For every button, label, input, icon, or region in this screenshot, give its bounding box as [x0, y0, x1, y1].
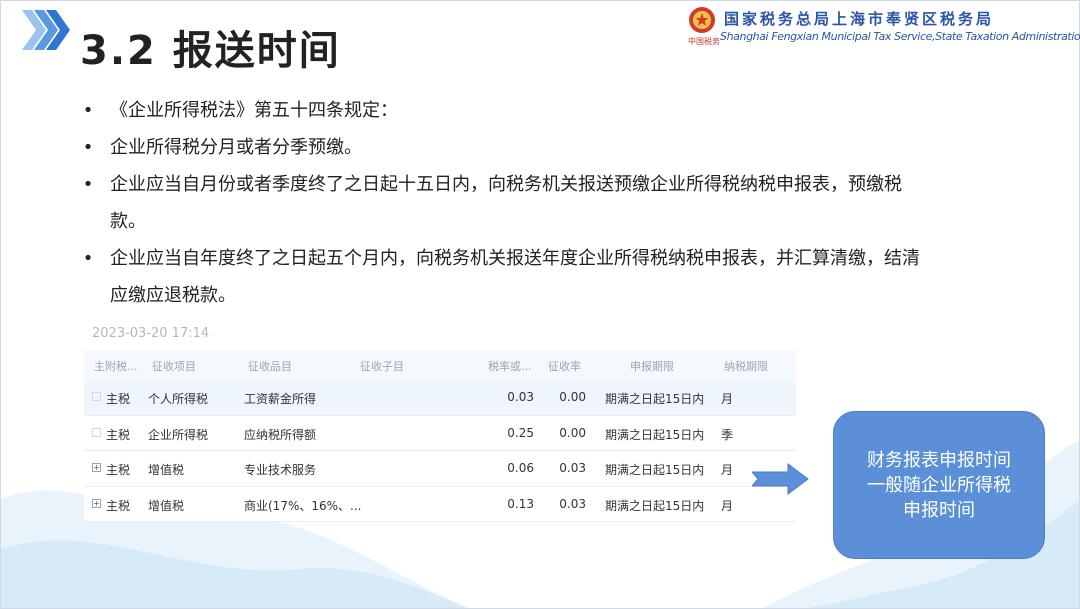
- cell-subitem: 商业(17%、16%、...: [244, 498, 362, 513]
- cell-rate: 0.06: [507, 461, 534, 475]
- cell-subitem: 专业技术服务: [244, 463, 317, 477]
- cell-type: 主税: [106, 498, 131, 513]
- column-header[interactable]: 纳税期限: [724, 358, 768, 374]
- table-row[interactable]: + 主税 增值税 商业(17%、16%、... 0.13 0.03 期满之日起1…: [84, 486, 796, 522]
- callout-line: 申报时间: [903, 499, 975, 521]
- cell-type: 主税: [106, 463, 131, 477]
- cell-item: 企业所得税: [148, 427, 209, 442]
- bullet-item: • 《企业所得税法》第五十四条规定：: [82, 92, 922, 129]
- row-expander-icon[interactable]: [92, 392, 101, 401]
- column-header[interactable]: 征收子目: [360, 358, 404, 374]
- cell-subitem: 工资薪金所得: [244, 392, 317, 406]
- row-expander-icon[interactable]: [92, 427, 101, 437]
- cell-period: 月: [721, 498, 734, 513]
- tax-items-table: 主附税... 征收项目 征收品目 征收子目 税率或... 征收率 申报期限 纳税…: [84, 350, 796, 522]
- cell-item: 增值税: [148, 463, 185, 477]
- column-header[interactable]: 申报期限: [630, 358, 674, 374]
- bullet-marker: •: [82, 137, 94, 158]
- table-row[interactable]: 主税 个人所得税 工资薪金所得 0.03 0.00 期满之日起15日内 月: [84, 380, 796, 416]
- national-emblem-icon: [689, 7, 715, 33]
- callout-line: 财务报表申报时间: [867, 449, 1011, 471]
- cell-type: 主税: [106, 427, 131, 442]
- bullet-text: 企业所得税分月或者分季预缴。: [110, 137, 362, 158]
- bullet-marker: •: [82, 248, 94, 269]
- bullet-marker: •: [82, 100, 94, 121]
- bullet-item: • 企业应当自年度终了之日起五个月内，向税务机关报送年度企业所得税纳税申报表，并汇…: [82, 240, 922, 314]
- cell-subitem: 应纳税所得额: [244, 427, 317, 442]
- column-header[interactable]: 征收项目: [152, 358, 196, 374]
- org-name-cn: 国家税务总局上海市奉贤区税务局: [724, 10, 995, 28]
- cell-levy: 0.03: [559, 496, 586, 511]
- table-row[interactable]: 主税 企业所得税 应纳税所得额 0.25 0.00 期满之日起15日内 季: [84, 415, 796, 451]
- column-header[interactable]: 征收品目: [248, 358, 292, 374]
- column-header[interactable]: 主附税...: [94, 358, 138, 374]
- cell-period: 月: [721, 392, 734, 406]
- cell-deadline: 期满之日起15日内: [605, 463, 705, 477]
- cell-levy: 0.03: [559, 461, 586, 475]
- bullet-marker: •: [82, 174, 94, 195]
- column-header[interactable]: 税率或...: [488, 358, 532, 374]
- column-header[interactable]: 征收率: [548, 358, 581, 374]
- callout-box: 财务报表申报时间 一般随企业所得税 申报时间: [833, 411, 1045, 559]
- callout-line: 一般随企业所得税: [867, 474, 1011, 496]
- bullet-text: 企业应当自月份或者季度终了之日起十五日内，向税务机关报送预缴企业所得税纳税申报表…: [110, 174, 902, 232]
- organization-logo: 中国税务 国家税务总局上海市奉贤区税务局 Shanghai Fengxian M…: [688, 6, 1080, 50]
- bullet-text: 《企业所得税法》第五十四条规定：: [110, 100, 398, 121]
- table-row[interactable]: + 主税 增值税 专业技术服务 0.06 0.03 期满之日起15日内 月: [84, 451, 796, 487]
- cell-deadline: 期满之日起15日内: [605, 392, 705, 406]
- org-name-en: Shanghai Fengxian Municipal Tax Service,…: [720, 30, 1080, 43]
- org-signature: 中国税务: [688, 37, 720, 46]
- cell-item: 增值税: [148, 498, 185, 513]
- bullet-item: • 企业所得税分月或者分季预缴。: [82, 129, 922, 166]
- cell-levy: 0.00: [559, 425, 586, 440]
- screenshot-timestamp: 2023-03-20 17:14: [92, 326, 210, 341]
- row-expand-plus-icon[interactable]: +: [92, 463, 101, 472]
- chevron-triple-icon: [22, 10, 70, 50]
- page-title: 3.2 报送时间: [80, 28, 341, 74]
- row-expand-plus-icon[interactable]: +: [92, 498, 101, 508]
- bullet-item: • 企业应当自月份或者季度终了之日起十五日内，向税务机关报送预缴企业所得税纳税申报…: [82, 166, 922, 240]
- cell-rate: 0.13: [507, 496, 534, 511]
- right-arrow-icon: [752, 463, 809, 495]
- cell-rate: 0.03: [507, 390, 534, 404]
- bullet-list: • 《企业所得税法》第五十四条规定： • 企业所得税分月或者分季预缴。 • 企业应当自…: [82, 92, 922, 314]
- cell-type: 主税: [106, 392, 131, 406]
- cell-rate: 0.25: [507, 425, 534, 440]
- callout-text: 财务报表申报时间 一般随企业所得税 申报时间: [849, 448, 1029, 523]
- cell-levy: 0.00: [559, 390, 586, 404]
- cell-period: 月: [721, 463, 734, 477]
- cell-period: 季: [721, 427, 734, 442]
- cell-deadline: 期满之日起15日内: [605, 427, 705, 442]
- bullet-text: 企业应当自年度终了之日起五个月内，向税务机关报送年度企业所得税纳税申报表，并汇算…: [110, 248, 920, 306]
- cell-item: 个人所得税: [148, 392, 209, 406]
- table-header: 主附税... 征收项目 征收品目 征收子目 税率或... 征收率 申报期限 纳税…: [84, 350, 796, 380]
- cell-deadline: 期满之日起15日内: [605, 498, 705, 513]
